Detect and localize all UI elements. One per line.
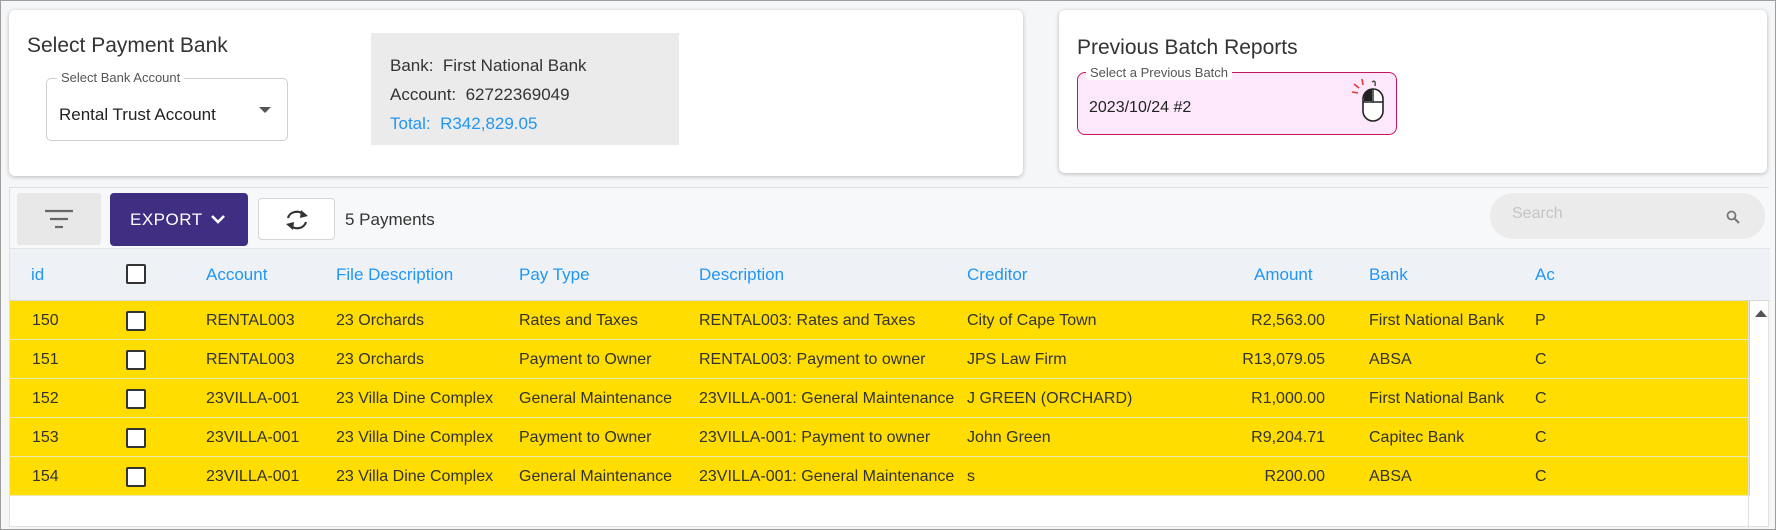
header-ac[interactable]: Ac — [1535, 265, 1555, 285]
vertical-scrollbar-track[interactable] — [1748, 301, 1749, 528]
table-row[interactable]: 154 23VILLA-001 23 Villa Dine Complex Ge… — [10, 457, 1750, 496]
cell-account: RENTAL003 — [206, 351, 295, 368]
cell-bank: ABSA — [1369, 351, 1412, 368]
select-all-checkbox[interactable] — [126, 264, 146, 284]
cell-bank: Capitec Bank — [1369, 429, 1465, 446]
row-checkbox[interactable] — [126, 389, 146, 409]
cell-creditor: s — [967, 468, 975, 485]
cell-bank: ABSA — [1369, 468, 1412, 485]
cell-file-description: 23 Villa Dine Complex — [336, 468, 494, 485]
cell-amount: R9,204.71 — [1251, 429, 1325, 446]
payment-bank-card: Select Payment Bank Select Bank Account … — [9, 10, 1023, 176]
cell-id: 153 — [32, 429, 59, 446]
cell-pay-type: Payment to Owner — [519, 351, 652, 368]
mouse-click-icon — [1351, 78, 1384, 122]
bank-name-text: Bank: First National Bank — [390, 56, 587, 75]
cell-ac: C — [1535, 390, 1547, 407]
table-row[interactable]: 150 RENTAL003 23 Orchards Rates and Taxe… — [10, 301, 1750, 340]
page-frame: Select Payment Bank Select Bank Account … — [0, 0, 1776, 530]
cell-pay-type: Payment to Owner — [519, 429, 652, 446]
cell-pay-type: General Maintenance — [519, 468, 672, 485]
header-creditor[interactable]: Creditor — [967, 265, 1027, 285]
chevron-down-icon — [211, 215, 225, 224]
cell-description: RENTAL003: Payment to owner — [699, 351, 926, 368]
cell-ac: C — [1535, 429, 1547, 446]
cell-bank: First National Bank — [1369, 390, 1505, 407]
scroll-up-arrow-icon[interactable] — [1755, 310, 1767, 317]
cell-creditor: City of Cape Town — [967, 312, 1097, 329]
payment-bank-title: Select Payment Bank — [27, 34, 228, 57]
cell-file-description: 23 Orchards — [336, 351, 425, 368]
export-button-label: EXPORT — [130, 210, 203, 229]
bank-info-panel: Bank: First National Bank Account: 62722… — [371, 33, 679, 145]
cell-amount: R13,079.05 — [1242, 351, 1325, 368]
cell-account: 23VILLA-001 — [206, 468, 300, 485]
cell-pay-type: Rates and Taxes — [519, 312, 638, 329]
total-amount-text: Total: R342,829.05 — [390, 114, 538, 133]
header-description[interactable]: Description — [699, 265, 784, 285]
previous-batch-select-label: Select a Previous Batch — [1086, 65, 1233, 80]
search-icon[interactable] — [1726, 210, 1740, 224]
cell-creditor: John Green — [967, 429, 1051, 446]
export-button[interactable]: EXPORT — [110, 193, 248, 246]
cell-id: 151 — [32, 351, 59, 368]
batch-reports-title: Previous Batch Reports — [1077, 36, 1298, 59]
cell-pay-type: General Maintenance — [519, 390, 672, 407]
cell-description: RENTAL003: Rates and Taxes — [699, 312, 916, 329]
previous-batch-select[interactable]: Select a Previous Batch 2023/10/24 #2 — [1077, 65, 1397, 135]
table-toolbar: EXPORT 5 Payments — [10, 188, 1770, 249]
header-bank[interactable]: Bank — [1369, 265, 1408, 285]
previous-batch-select-value: 2023/10/24 #2 — [1089, 99, 1192, 116]
cell-account: RENTAL003 — [206, 312, 295, 329]
cell-creditor: JPS Law Firm — [967, 351, 1067, 368]
row-checkbox[interactable] — [126, 428, 146, 448]
cell-ac: P — [1535, 312, 1546, 329]
table-header-row: id Account File Description Pay Type Des… — [10, 249, 1770, 301]
header-id[interactable]: id — [31, 265, 44, 285]
bank-account-select-label: Select Bank Account — [57, 70, 185, 85]
header-account[interactable]: Account — [206, 265, 267, 285]
cell-file-description: 23 Orchards — [336, 312, 425, 329]
cell-id: 152 — [32, 390, 59, 407]
row-checkbox[interactable] — [126, 311, 146, 331]
cell-file-description: 23 Villa Dine Complex — [336, 429, 494, 446]
header-amount[interactable]: Amount — [1254, 265, 1313, 285]
table-row[interactable]: 153 23VILLA-001 23 Villa Dine Complex Pa… — [10, 418, 1750, 457]
refresh-button[interactable] — [258, 198, 335, 240]
cell-description: 23VILLA-001: General Maintenance — [699, 390, 955, 407]
cell-file-description: 23 Villa Dine Complex — [336, 390, 494, 407]
table-row[interactable]: 152 23VILLA-001 23 Villa Dine Complex Ge… — [10, 379, 1750, 418]
table-row[interactable]: 151 RENTAL003 23 Orchards Payment to Own… — [10, 340, 1750, 379]
cell-description: 23VILLA-001: Payment to owner — [699, 429, 931, 446]
payments-count: 5 Payments — [345, 210, 435, 229]
cell-id: 154 — [32, 468, 59, 485]
bank-account-select[interactable]: Select Bank Account Rental Trust Account — [46, 70, 288, 141]
cell-amount: R1,000.00 — [1251, 390, 1325, 407]
cell-account: 23VILLA-001 — [206, 390, 300, 407]
filter-icon — [45, 209, 73, 229]
header-file-description[interactable]: File Description — [336, 265, 453, 285]
header-pay-type[interactable]: Pay Type — [519, 265, 590, 285]
batch-reports-card: Previous Batch Reports Select a Previous… — [1059, 10, 1767, 173]
cell-id: 150 — [32, 312, 59, 329]
dropdown-caret-icon[interactable] — [259, 107, 271, 113]
filter-button[interactable] — [17, 193, 101, 245]
account-number-text: Account: 62722369049 — [390, 85, 570, 104]
cell-amount: R200.00 — [1264, 468, 1326, 485]
cell-bank: First National Bank — [1369, 312, 1505, 329]
cell-account: 23VILLA-001 — [206, 429, 300, 446]
bank-account-select-value: Rental Trust Account — [59, 105, 216, 124]
payments-table: EXPORT 5 Payments Search id Account File… — [9, 187, 1770, 528]
search-input[interactable] — [1512, 205, 1712, 223]
cell-ac: C — [1535, 468, 1547, 485]
row-checkbox[interactable] — [126, 467, 146, 487]
refresh-icon — [286, 210, 308, 230]
row-checkbox[interactable] — [126, 350, 146, 370]
cell-creditor: J GREEN (ORCHARD) — [967, 390, 1133, 407]
cell-ac: C — [1535, 351, 1547, 368]
cell-amount: R2,563.00 — [1251, 312, 1325, 329]
search-box[interactable] — [1490, 193, 1765, 239]
cell-description: 23VILLA-001: General Maintenance — [699, 468, 955, 485]
